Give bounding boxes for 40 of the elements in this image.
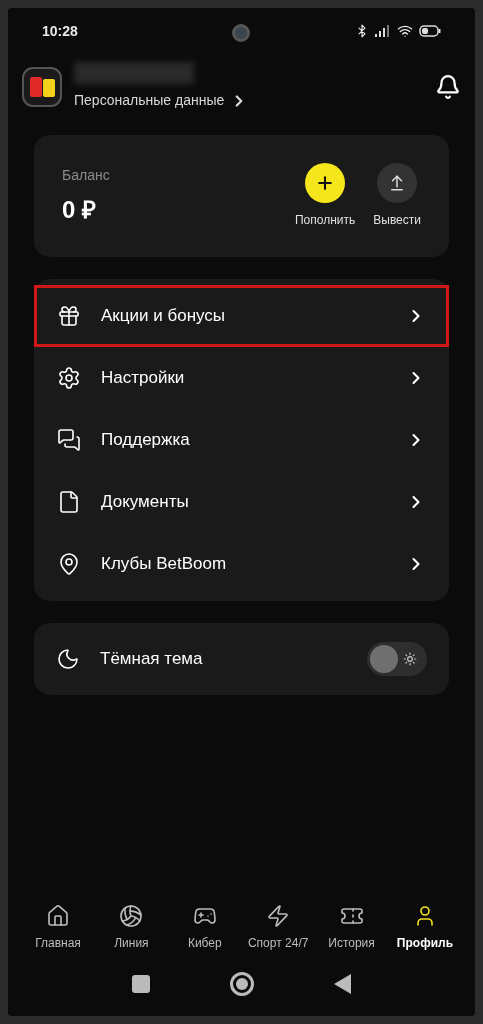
home-button[interactable] [229, 972, 254, 996]
nav-tab[interactable]: Профиль [388, 904, 461, 952]
balance-label: Баланс [62, 165, 110, 185]
upload-icon [377, 163, 418, 203]
ball-icon [119, 904, 144, 928]
dark-theme-label: Тёмная тема [100, 648, 203, 671]
recents-button[interactable] [131, 975, 150, 993]
nav-tab[interactable]: История [315, 904, 388, 952]
gift-icon [57, 304, 81, 328]
home-icon [46, 904, 70, 928]
nav-tab[interactable]: Линия [95, 904, 168, 952]
chat-bubbles-icon [57, 428, 81, 452]
camera-icon [232, 24, 250, 42]
nav-tab[interactable]: Главная [22, 904, 94, 952]
moon-icon [56, 647, 80, 671]
nav-tab[interactable]: Кибер [168, 904, 241, 952]
sun-icon [403, 652, 417, 666]
battery-icon [419, 25, 441, 37]
plus-icon [305, 163, 346, 203]
personal-data-link[interactable]: Персональные данные [74, 90, 249, 111]
back-button[interactable] [333, 974, 352, 994]
menu-item[interactable]: Настройки [34, 347, 449, 409]
withdraw-button[interactable]: Вывести [373, 163, 421, 229]
menu-item[interactable]: Поддержка [34, 409, 449, 471]
menu-item[interactable]: Клубы BetBoom [34, 533, 449, 595]
nav-tab[interactable]: Спорт 24/7 [242, 904, 315, 952]
balance-amount: 0 ₽ [62, 194, 97, 225]
logo-icon [22, 66, 62, 107]
settings-icon [57, 366, 81, 390]
deposit-button[interactable]: Пополнить [294, 163, 356, 229]
wifi-icon [397, 23, 413, 39]
bell-icon[interactable] [435, 73, 461, 100]
lightning-icon [266, 904, 291, 928]
signal-icon [375, 25, 391, 37]
document-icon [57, 490, 81, 514]
theme-switch[interactable] [367, 642, 427, 676]
menu-item[interactable]: Документы [34, 471, 449, 533]
menu-item[interactable]: Акции и бонусы [34, 285, 449, 347]
status-time: 10:28 [42, 21, 78, 41]
map-pin-icon [57, 552, 81, 576]
